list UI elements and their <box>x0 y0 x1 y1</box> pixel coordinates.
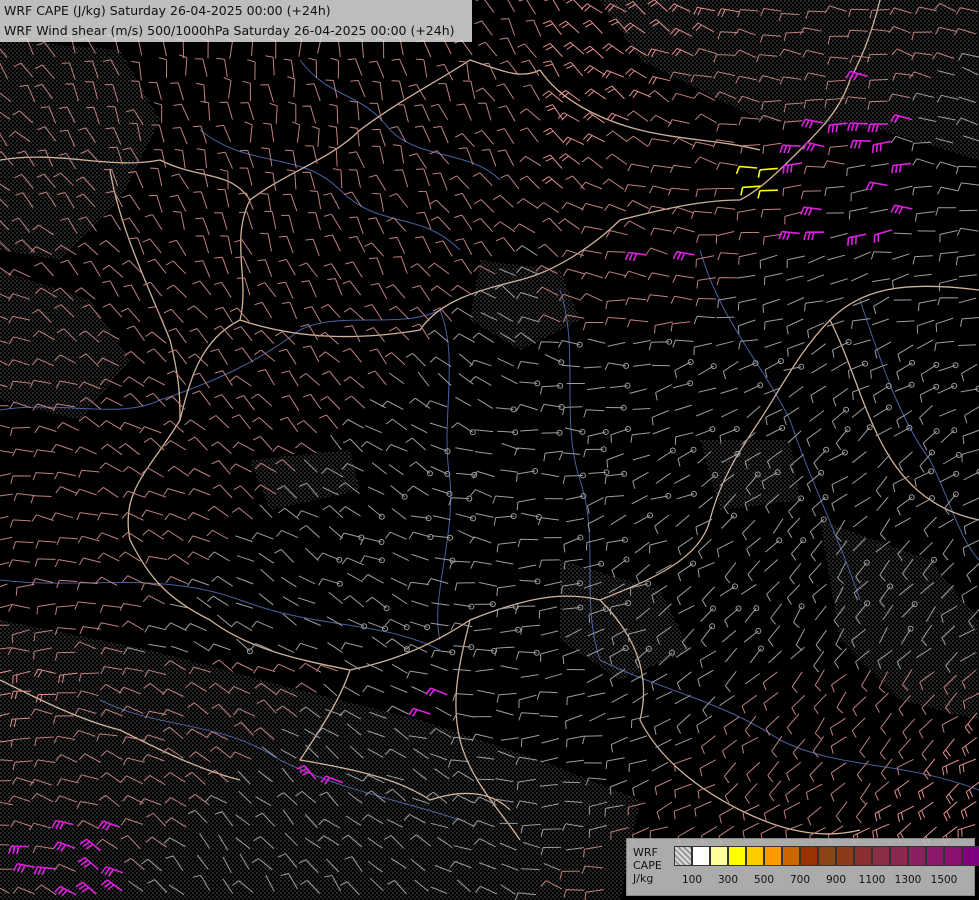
legend-label-model: WRF <box>633 846 658 859</box>
legend-swatch <box>872 846 890 866</box>
legend-swatch <box>800 846 818 866</box>
cape-legend: WRF CAPE J/kg 100 300 500 700 900 1100 1300 150… <box>626 838 979 896</box>
legend-tick-label: 100 <box>681 874 703 886</box>
legend-swatch <box>782 846 800 866</box>
legend-swatch <box>710 846 728 866</box>
title-box: WRF CAPE (J/kg) Saturday 26-04-2025 00:0… <box>0 0 472 42</box>
legend-swatch <box>854 846 872 866</box>
legend-label-unit: J/kg <box>633 872 654 885</box>
legend-tick-label: 900 <box>825 874 847 886</box>
legend-swatch <box>908 846 926 866</box>
legend-swatch <box>692 846 710 866</box>
legend-swatch <box>674 846 692 866</box>
weather-map <box>0 0 979 900</box>
legend-swatches <box>674 846 979 866</box>
legend-swatch <box>926 846 944 866</box>
legend-swatch <box>818 846 836 866</box>
legend-swatch <box>944 846 962 866</box>
legend-tick-label: 500 <box>753 874 775 886</box>
legend-swatch <box>746 846 764 866</box>
wind-barb <box>716 316 735 319</box>
legend-ticks: 100 300 500 700 900 1100 1300 1500 <box>674 874 974 888</box>
legend-tick-label: 1300 <box>894 874 922 886</box>
title-cape: WRF CAPE (J/kg) Saturday 26-04-2025 00:0… <box>4 3 331 18</box>
legend-label-variable: CAPE <box>633 859 662 872</box>
wind-barb <box>959 209 978 212</box>
legend-swatch <box>728 846 746 866</box>
legend-swatch <box>764 846 782 866</box>
legend-tick-label: 1500 <box>930 874 958 886</box>
legend-tick-label: 700 <box>789 874 811 886</box>
title-wind-shear: WRF Wind shear (m/s) 500/1000hPa Saturda… <box>4 23 455 38</box>
legend-tick-label: 300 <box>717 874 739 886</box>
legend-swatch <box>836 846 854 866</box>
wind-barb <box>562 781 581 784</box>
legend-swatch <box>890 846 908 866</box>
legend-tick-label: 1100 <box>858 874 886 886</box>
legend-swatch <box>962 846 979 866</box>
legend-label: WRF CAPE J/kg <box>633 846 662 885</box>
